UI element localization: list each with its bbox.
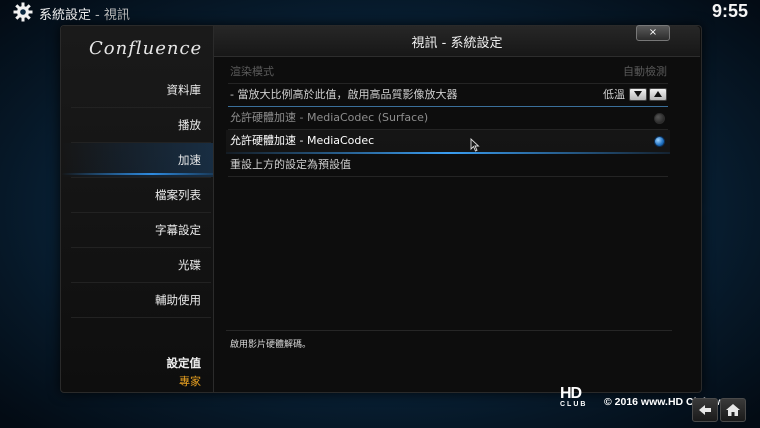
close-button[interactable]: × xyxy=(636,25,670,41)
sidebar-item-accessibility[interactable]: 輔助使用 xyxy=(61,283,213,317)
skin-logo: Confluence xyxy=(89,38,203,59)
settings-level-title: 設定值 xyxy=(166,356,202,370)
breadcrumb-main: 系統設定 xyxy=(39,8,92,23)
sidebar-item-discs[interactable]: 光碟 xyxy=(61,248,213,282)
setting-label: 允許硬體加速 - MediaCodec (Surface) xyxy=(230,111,429,124)
back-arrow-icon xyxy=(699,405,711,415)
dialog-title: 視訊 - 系統設定 xyxy=(411,36,503,51)
setting-mediacodec-surface[interactable]: 允許硬體加速 - MediaCodec (Surface) xyxy=(230,107,667,129)
spinner-value: 低溫 xyxy=(603,88,625,101)
sidebar: Confluence 資料庫 播放 加速 檔案列表 字幕設定 光碟 輔助使用 設 xyxy=(61,26,214,392)
sidebar-item-subtitles[interactable]: 字幕設定 xyxy=(61,213,213,247)
watermark-logo-top: HD xyxy=(560,385,582,402)
setting-label: 重設上方的設定為預設值 xyxy=(230,158,351,171)
sidebar-item-label: 字幕設定 xyxy=(155,223,201,237)
row-divider xyxy=(228,176,668,177)
chevron-down-icon xyxy=(634,91,642,97)
radio-toggle[interactable] xyxy=(654,113,665,124)
setting-label: 允許硬體加速 - MediaCodec xyxy=(230,134,375,147)
sidebar-item-label: 資料庫 xyxy=(166,83,202,97)
sidebar-item-file-lists[interactable]: 檔案列表 xyxy=(61,178,213,212)
setting-value: 自動檢測 xyxy=(623,65,667,78)
radio-toggle[interactable] xyxy=(654,136,665,147)
mouse-pointer-icon xyxy=(470,138,480,152)
sidebar-item-acceleration[interactable]: 加速 xyxy=(61,143,213,177)
setting-render-method: 渲染模式 自動檢測 xyxy=(230,61,667,83)
clock: 9:55 xyxy=(711,1,748,21)
setting-description: 啟用影片硬體解碼。 xyxy=(230,340,312,350)
gear-icon xyxy=(13,2,33,22)
sidebar-item-library[interactable]: 資料庫 xyxy=(61,73,213,107)
sidebar-item-label: 加速 xyxy=(178,153,201,167)
description-divider xyxy=(226,330,672,331)
dialog-header: 視訊 - 系統設定 × xyxy=(214,25,700,57)
spinner-down-button[interactable] xyxy=(629,88,647,101)
setting-upscaler-threshold[interactable]: - 當放大比例高於此值，啟用高品質影像放大器 低溫 xyxy=(230,84,667,106)
sidebar-item-playback[interactable]: 播放 xyxy=(61,108,213,142)
sidebar-divider xyxy=(71,317,211,318)
top-bar: 系統設定 - 視訊 9:55 xyxy=(0,0,760,24)
settings-level-value: 專家 xyxy=(179,375,201,388)
sidebar-item-label: 檔案列表 xyxy=(155,188,201,202)
breadcrumb: 系統設定 - 視訊 xyxy=(39,4,130,23)
sidebar-item-label: 播放 xyxy=(178,118,201,132)
chevron-up-icon xyxy=(654,91,662,97)
spinner-up-button[interactable] xyxy=(649,88,667,101)
watermark-logo-bottom: CLUB xyxy=(560,401,588,408)
home-button[interactable] xyxy=(720,398,746,422)
home-icon xyxy=(726,404,740,416)
setting-reset-defaults[interactable]: 重設上方的設定為預設值 xyxy=(230,154,667,176)
setting-label: - 當放大比例高於此值，啟用高品質影像放大器 xyxy=(230,88,458,101)
sidebar-item-label: 輔助使用 xyxy=(155,293,201,307)
watermark-logo: HD CLUB xyxy=(560,386,587,409)
bottom-nav xyxy=(690,398,746,422)
breadcrumb-sub: - 視訊 xyxy=(95,8,130,23)
sidebar-item-label: 光碟 xyxy=(178,258,201,272)
setting-label: 渲染模式 xyxy=(230,65,274,78)
setting-mediacodec[interactable]: 允許硬體加速 - MediaCodec xyxy=(230,130,667,152)
back-button[interactable] xyxy=(692,398,718,422)
settings-level-button[interactable]: 設定值 專家 xyxy=(167,355,202,389)
